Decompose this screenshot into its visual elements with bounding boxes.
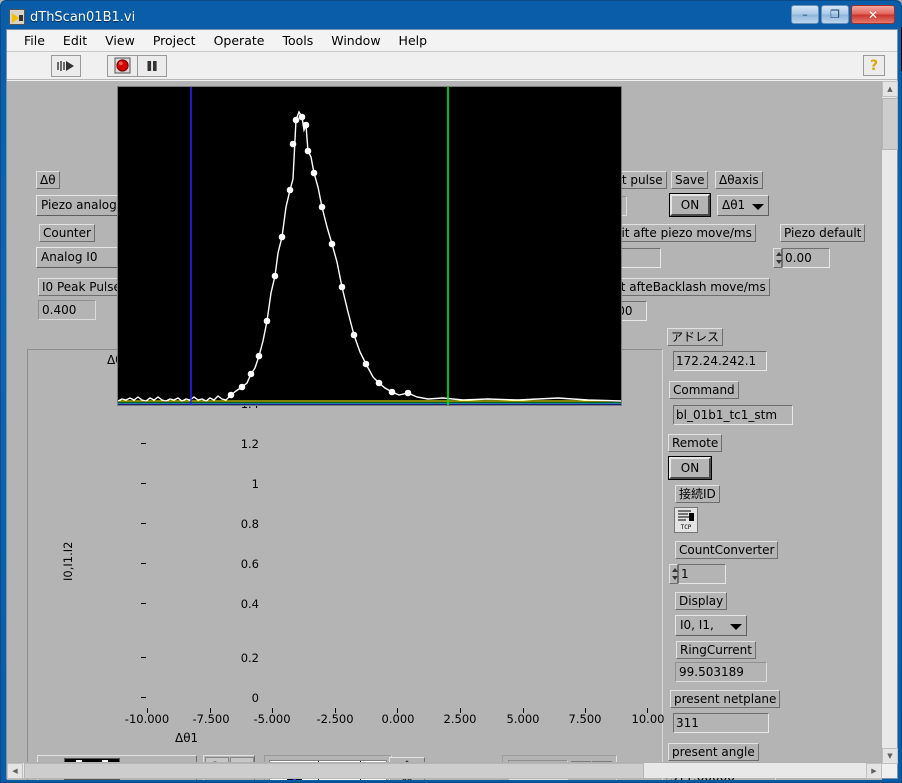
label-display: Display [675,592,728,610]
horizontal-scroll-thumb[interactable] [24,763,644,779]
close-button[interactable]: ✕ [851,5,895,24]
x-tick-label: 2.500 [443,712,477,726]
help-icon: ? [869,57,879,74]
front-panel: Δθ Piezo analog Abs./Rel. Absolute Backl… [7,81,882,780]
graph-svg [118,87,621,405]
minimize-icon: – [802,8,808,21]
window-title: dThScan01B1.vi [30,9,136,25]
x-tick-label: -7.500 [192,712,230,726]
display-combo[interactable]: I0, I1, [675,615,747,636]
x-tick-label: -2.500 [316,712,354,726]
ring-current-indicator: 99.503189 [675,662,767,682]
x-tick-label: 5.000 [506,712,540,726]
y-tick-label: 0.6 [240,557,259,571]
y-tick-label: 0.2 [240,651,259,665]
label-counter: Counter [39,224,95,242]
label-conn-id: 接続ID [675,485,720,503]
y-tick-label: 0.8 [240,517,259,531]
x-axis-label: Δθ1 [175,731,199,745]
count-converter-input[interactable]: 1 [678,564,726,584]
maximize-button[interactable]: ❐ [821,5,849,24]
label-delta-theta: Δθ [36,171,60,189]
x-tick-label: 0.000 [381,712,415,726]
scroll-right-arrow-icon[interactable]: ▶ [866,763,882,779]
i0-peak-pulse-indicator: 0.400 [38,300,96,320]
client-area: File Edit View Project Operate Tools Win… [6,27,902,780]
scroll-down-arrow-icon[interactable]: ▼ [882,748,898,764]
y-tick-label: 0.4 [240,597,259,611]
label-i0-peak-pulse: I0 Peak Pulse [38,278,125,296]
y-tick-label: 1.2 [240,437,259,451]
abort-button[interactable] [107,54,137,77]
label-present-netplane: present netplane [670,690,781,708]
label-wait-after-piezo-move: Wait afte piezo move/ms [599,224,756,242]
label-present-angle: present angle [668,743,759,761]
graph-plot-area[interactable] [117,86,622,406]
abort-stop-icon [114,57,131,74]
menu-operate[interactable]: Operate [205,31,274,50]
label-address: アドレス [667,328,724,346]
label-ring-current: RingCurrent [676,641,756,659]
count-converter-spinner[interactable] [669,564,678,584]
piezo-default-input[interactable]: 0.00 [782,248,830,268]
tool-bar: ? TCP ΔΘ SCAN 01B1 [7,27,902,80]
run-arrow-icon [57,60,74,71]
horizontal-scrollbar[interactable]: ◀ ▶ [7,762,882,779]
y-tick-label: 1 [251,477,259,491]
x-tick-label: -5.000 [253,712,291,726]
vertical-scrollbar[interactable]: ▲ ▼ [881,81,898,764]
label-count-converter: CountConverter [675,541,779,559]
x-tick-label: 10.00 [631,712,665,726]
i0-markers [227,113,412,399]
pause-icon [147,60,157,71]
address-input[interactable]: 172.24.242.1 [673,351,767,371]
menu-file[interactable]: File [15,31,54,50]
present-netplane-input[interactable]: 311 [673,713,769,733]
vertical-scroll-thumb[interactable] [882,98,898,150]
menu-edit[interactable]: Edit [54,31,96,50]
run-button[interactable] [51,54,81,77]
menu-bar: File Edit View Project Operate Tools Win… [7,30,897,52]
y-tick-label: 0 [251,691,259,705]
command-input[interactable]: bl_01b1_tc1_stm [673,405,793,425]
piezo-default-spinner[interactable] [773,248,782,268]
delta-theta-axis-combo[interactable]: Δθ1 [717,195,769,216]
menu-window[interactable]: Window [322,31,389,50]
context-help-button[interactable]: ? [863,55,885,76]
label-piezo-default: Piezo default [780,224,866,242]
menu-project[interactable]: Project [144,31,205,50]
label-command: Command [669,381,739,399]
label-remote: Remote [668,434,723,452]
close-icon: ✕ [867,7,879,22]
pause-button[interactable] [137,54,167,77]
label-save: Save [671,171,709,189]
save-toggle-button[interactable]: ON [669,193,711,217]
x-tick-label: -10.000 [124,712,170,726]
label-delta-theta-axis: Δθaxis [715,171,763,189]
tcp-refnum-icon[interactable]: TCP [674,507,698,533]
tcp-glyph-icon [678,510,694,521]
title-bar: dThScan01B1.vi – ❐ ✕ [5,5,897,29]
x-tick-label: 7.500 [568,712,602,726]
maximize-icon: ❐ [830,8,840,21]
menu-tools[interactable]: Tools [273,31,322,50]
remote-toggle-button[interactable]: ON [668,456,712,480]
minimize-button[interactable]: – [791,5,819,24]
y-axis-label: I0,I1.I2 [61,541,75,581]
tcp-label: TCP [680,524,692,531]
menu-view[interactable]: View [96,31,144,50]
scroll-up-arrow-icon[interactable]: ▲ [882,81,898,97]
menu-help[interactable]: Help [390,31,437,50]
scroll-left-arrow-icon[interactable]: ◀ [7,763,23,779]
application-window: dThScan01B1.vi – ❐ ✕ File Edit View Proj… [0,0,902,783]
i0-series [118,110,621,402]
window-controls: – ❐ ✕ [791,5,895,24]
run-controls-group [107,54,167,77]
labview-vi-icon [9,9,25,25]
